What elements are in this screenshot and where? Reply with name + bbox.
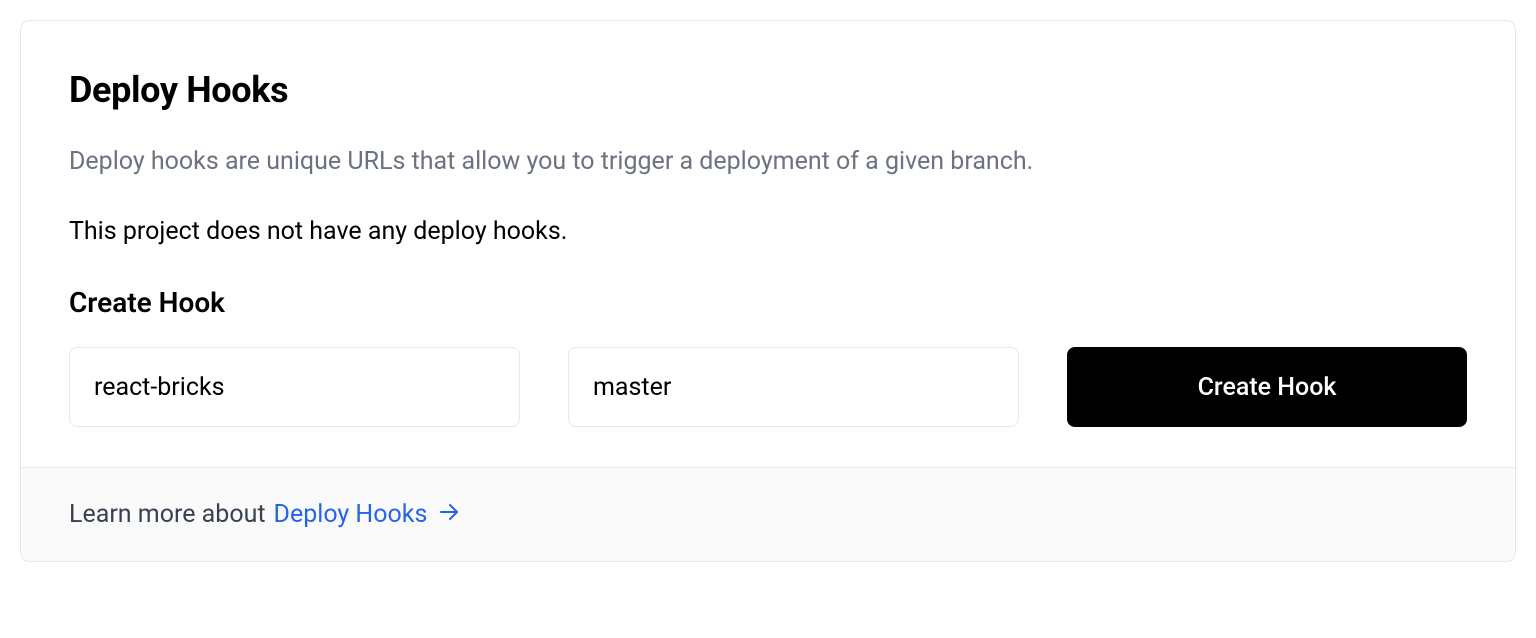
create-hook-form: Create Hook	[69, 347, 1467, 427]
card-body: Deploy Hooks Deploy hooks are unique URL…	[21, 21, 1515, 467]
branch-name-input[interactable]	[568, 347, 1019, 427]
deploy-hooks-card: Deploy Hooks Deploy hooks are unique URL…	[20, 20, 1516, 562]
hook-name-input[interactable]	[69, 347, 520, 427]
page-title: Deploy Hooks	[69, 69, 1467, 111]
create-hook-heading: Create Hook	[69, 286, 1467, 319]
empty-state-text: This project does not have any deploy ho…	[69, 213, 1467, 251]
page-description: Deploy hooks are unique URLs that allow …	[69, 143, 1467, 181]
create-hook-button[interactable]: Create Hook	[1067, 347, 1467, 427]
card-footer: Learn more about Deploy Hooks	[21, 467, 1515, 561]
footer-prefix: Learn more about	[69, 500, 266, 529]
arrow-right-icon	[437, 500, 461, 529]
footer-link-label: Deploy Hooks	[274, 500, 428, 529]
deploy-hooks-link[interactable]: Deploy Hooks	[274, 500, 462, 529]
